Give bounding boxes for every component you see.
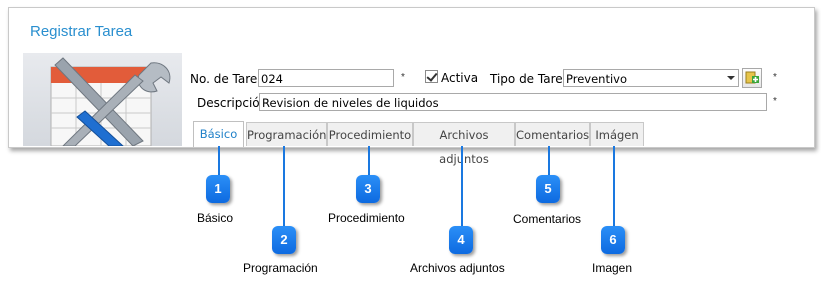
registrar-tarea-window: Registrar Tarea No. de Tarea: 024 * Acti… <box>8 7 815 166</box>
tab-imagen[interactable]: Imágen <box>590 122 644 146</box>
callout-caption: Imagen <box>592 261 633 275</box>
add-tipo-tarea-button[interactable] <box>742 68 762 88</box>
window-title: Registrar Tarea <box>30 23 133 40</box>
callout-caption: Archivos adjuntos <box>410 261 505 275</box>
tab-basico[interactable]: Básico <box>193 121 244 147</box>
callout-connector <box>461 146 463 226</box>
tools-calendar-icon <box>50 57 171 146</box>
callout-connector <box>218 146 220 176</box>
callout-connector <box>283 146 285 226</box>
callout-connector <box>613 146 615 226</box>
tipo-tarea-select[interactable]: Preventivo <box>563 69 739 87</box>
tab-procedimiento[interactable]: Procedimiento <box>327 122 413 146</box>
activa-checkbox[interactable] <box>425 70 438 83</box>
task-tools-illustration <box>23 53 182 146</box>
tipo-tarea-label: Tipo de Tarea: <box>490 72 575 86</box>
tipo-tarea-value: Preventivo <box>566 72 627 86</box>
callout-caption: Básico <box>197 211 234 225</box>
activa-label: Activa <box>441 71 479 85</box>
callout-connector <box>368 146 370 176</box>
required-mark: * <box>773 96 777 107</box>
no-tarea-label: No. de Tarea: <box>190 72 269 86</box>
no-tarea-input[interactable]: 024 <box>258 69 394 87</box>
callout-badge: 5 <box>536 175 560 203</box>
tab-archivos-adjuntos[interactable]: Archivos adjuntos <box>413 122 515 166</box>
required-mark: * <box>773 72 777 83</box>
chevron-down-icon[interactable] <box>727 76 735 80</box>
callout-badge: 4 <box>449 226 473 254</box>
add-icon <box>745 71 759 84</box>
descripcion-input[interactable]: Revision de niveles de liquidos <box>259 93 767 111</box>
callout-caption: Programación <box>243 261 318 275</box>
tab-programacion[interactable]: Programación <box>246 122 327 146</box>
callout-badge: 3 <box>356 175 380 203</box>
callout-badge: 2 <box>272 226 296 254</box>
callout-caption: Comentarios <box>513 212 582 226</box>
callout-caption: Procedimiento <box>328 211 405 225</box>
callout-connector <box>548 146 550 176</box>
tab-comentarios[interactable]: Comentarios <box>515 122 590 146</box>
required-mark: * <box>401 72 405 83</box>
callout-badge: 1 <box>206 175 230 203</box>
callout-badge: 6 <box>601 226 625 254</box>
